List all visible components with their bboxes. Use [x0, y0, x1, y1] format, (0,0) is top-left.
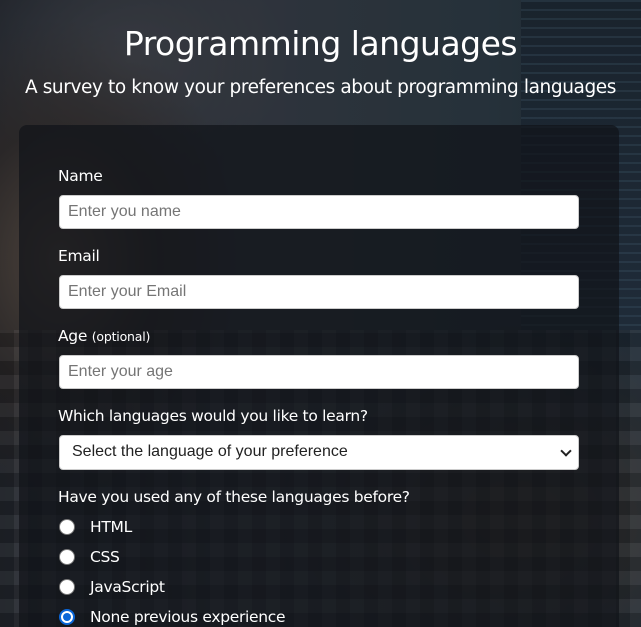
radio-label: JavaScript: [90, 578, 165, 596]
page-title: Programming languages: [123, 24, 518, 63]
age-label: Age (optional): [58, 327, 150, 345]
email-label: Email: [58, 247, 100, 265]
radio-option-none[interactable]: None previous experience: [59, 606, 286, 627]
age-optional-note: (optional): [91, 329, 151, 344]
radio-option-css[interactable]: CSS: [59, 546, 120, 568]
name-label: Name: [58, 167, 103, 185]
radio-button[interactable]: [59, 519, 75, 535]
page-subtitle: A survey to know your preferences about …: [24, 77, 617, 98]
radio-button-checked[interactable]: [59, 609, 75, 625]
radio-button[interactable]: [59, 549, 75, 565]
experience-label: Have you used any of these languages bef…: [58, 488, 410, 506]
languages-select-value: Select the language of your preference: [72, 443, 348, 460]
radio-button[interactable]: [59, 579, 75, 595]
chevron-down-icon: [560, 445, 572, 457]
age-label-text: Age: [58, 327, 88, 345]
name-input[interactable]: [59, 195, 579, 229]
age-input[interactable]: [59, 355, 579, 389]
radio-option-html[interactable]: HTML: [59, 516, 132, 538]
radio-option-javascript[interactable]: JavaScript: [59, 576, 165, 598]
radio-label: HTML: [90, 518, 132, 536]
email-input[interactable]: [59, 275, 579, 309]
radio-label: None previous experience: [90, 608, 286, 626]
radio-label: CSS: [90, 548, 120, 566]
languages-label: Which languages would you like to learn?: [58, 407, 368, 425]
languages-select[interactable]: Select the language of your preference: [59, 435, 579, 470]
